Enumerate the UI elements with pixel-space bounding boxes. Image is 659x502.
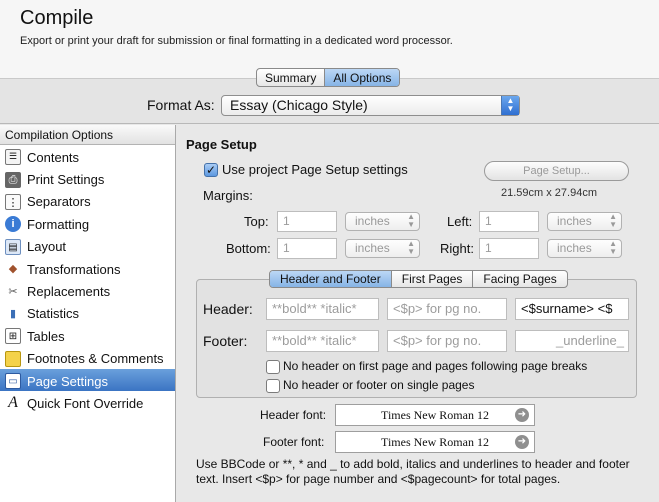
- stepper-icon: ▲ ▼: [609, 239, 617, 256]
- separators-icon: ⋮: [5, 193, 21, 210]
- sidebar-item-label: Layout: [27, 239, 67, 255]
- sidebar-header: Compilation Options: [0, 125, 175, 145]
- top-margin-input[interactable]: 1: [277, 211, 337, 232]
- sidebar-item-label: Print Settings: [27, 172, 105, 188]
- use-project-page-setup-label: Use project Page Setup settings: [222, 162, 408, 177]
- right-margin-unit-select[interactable]: inches ▲ ▼: [547, 239, 622, 258]
- sidebar-item-label: Contents: [27, 149, 80, 165]
- header-font-label: Header font:: [260, 408, 327, 422]
- page-settings-icon: ▭: [5, 373, 21, 390]
- format-select-value: Essay (Chicago Style): [230, 97, 368, 113]
- left-margin-input[interactable]: 1: [479, 211, 539, 232]
- bottom-margin-label: Bottom:: [226, 241, 271, 256]
- top-margin-label: Top:: [244, 214, 269, 229]
- footer-font-well[interactable]: Times New Roman 12 ➜: [335, 431, 535, 453]
- window-subtitle: Export or print your draft for submissio…: [20, 35, 453, 47]
- tab-facing-pages[interactable]: Facing Pages: [472, 271, 566, 287]
- stepper-icon: ▲ ▼: [407, 239, 415, 256]
- footer-center-field[interactable]: <$p> for pg no.: [387, 330, 507, 352]
- sidebar-item-label: Tables: [27, 328, 65, 344]
- bottom-margin-unit-select[interactable]: inches ▲ ▼: [345, 239, 420, 258]
- sidebar-item-label: Formatting: [27, 216, 90, 232]
- footer-font-label: Footer font:: [263, 435, 325, 449]
- no-header-first-page-label: No header on first page and pages follow…: [283, 359, 588, 373]
- sidebar-item-formatting[interactable]: i Formatting: [0, 212, 175, 234]
- no-header-first-page-checkbox[interactable]: [266, 360, 280, 374]
- bottom-margin-input[interactable]: 1: [277, 238, 337, 259]
- header-footer-tabs: Header and Footer First Pages Facing Pag…: [269, 270, 568, 288]
- no-header-single-pages-checkbox[interactable]: [266, 379, 280, 393]
- right-margin-input[interactable]: 1: [479, 238, 539, 259]
- margins-label: Margins:: [203, 188, 253, 203]
- formatting-icon: i: [5, 216, 21, 233]
- unit-value: inches: [557, 214, 592, 228]
- no-header-single-pages-label: No header or footer on single pages: [283, 378, 475, 392]
- sidebar-item-statistics[interactable]: ▮ Statistics: [0, 302, 175, 324]
- tab-first-pages[interactable]: First Pages: [390, 271, 473, 287]
- sidebar-item-separators[interactable]: ⋮ Separators: [0, 190, 175, 212]
- sidebar-item-tables[interactable]: ⊞ Tables: [0, 324, 175, 346]
- sidebar-item-label: Page Settings: [27, 373, 108, 389]
- sidebar-item-transformations[interactable]: ◆ Transformations: [0, 257, 175, 279]
- arrow-right-icon[interactable]: ➜: [515, 408, 529, 422]
- sidebar-item-label: Separators: [27, 194, 91, 210]
- help-text: Use BBCode or **, * and _ to add bold, i…: [196, 457, 630, 486]
- sidebar-item-footnotes[interactable]: Footnotes & Comments: [0, 347, 175, 369]
- top-margin-unit-select[interactable]: inches ▲ ▼: [345, 212, 420, 231]
- title-area: Compile Export or print your draft for s…: [0, 0, 659, 78]
- stepper-icon: ▲ ▼: [407, 212, 415, 229]
- header-font-value: Times New Roman 12: [381, 408, 489, 422]
- sidebar-item-label: Transformations: [27, 261, 121, 277]
- page-setup-button[interactable]: Page Setup...: [484, 161, 629, 181]
- use-project-page-setup-checkbox[interactable]: ✓: [204, 163, 218, 177]
- mode-segmented-control: Summary All Options: [256, 68, 401, 87]
- printer-icon: ⎙: [5, 171, 21, 188]
- contents-icon: ☰: [5, 149, 21, 166]
- replacements-icon: ✂: [8, 285, 18, 298]
- select-arrows-icon: ▲ ▼: [501, 96, 519, 115]
- footnotes-icon: [5, 350, 21, 367]
- left-margin-unit-select[interactable]: inches ▲ ▼: [547, 212, 622, 231]
- paper-size-text: 21.59cm x 27.94cm: [501, 187, 597, 199]
- footer-font-value: Times New Roman 12: [381, 435, 489, 449]
- statistics-icon: ▮: [9, 307, 17, 320]
- left-margin-label: Left:: [447, 214, 473, 229]
- tables-icon: ⊞: [5, 328, 21, 345]
- sidebar-item-layout[interactable]: ▤ Layout: [0, 235, 175, 257]
- sidebar-item-replacements[interactable]: ✂ Replacements: [0, 279, 175, 301]
- header-label: Header:: [203, 301, 253, 317]
- page-setup-heading: Page Setup: [186, 137, 257, 152]
- sidebar-item-contents[interactable]: ☰ Contents: [0, 145, 175, 167]
- compilation-options-sidebar: Compilation Options ☰ Contents ⎙ Print S…: [0, 125, 176, 502]
- sidebar-item-label: Replacements: [27, 284, 111, 300]
- footer-left-field[interactable]: **bold** *italic*: [266, 330, 379, 352]
- right-margin-label: Right:: [440, 241, 474, 256]
- header-font-well[interactable]: Times New Roman 12 ➜: [335, 404, 535, 426]
- unit-value: inches: [355, 214, 390, 228]
- header-right-field[interactable]: <$surname> <$: [515, 298, 629, 320]
- tab-header-and-footer[interactable]: Header and Footer: [270, 271, 391, 287]
- sidebar-item-quick-font-override[interactable]: A Quick Font Override: [0, 391, 175, 413]
- transformations-icon: ◆: [8, 263, 18, 276]
- header-left-field[interactable]: **bold** *italic*: [266, 298, 379, 320]
- footer-right-field[interactable]: _underline_: [515, 330, 629, 352]
- sidebar-item-label: Footnotes & Comments: [27, 351, 164, 367]
- tab-all-options[interactable]: All Options: [324, 69, 400, 86]
- format-select[interactable]: Essay (Chicago Style) ▲ ▼: [221, 95, 520, 116]
- sidebar-item-label: Statistics: [27, 306, 80, 322]
- sidebar-item-page-settings[interactable]: ▭ Page Settings: [0, 368, 175, 392]
- unit-value: inches: [355, 241, 390, 255]
- arrow-right-icon[interactable]: ➜: [515, 435, 529, 449]
- stepper-icon: ▲ ▼: [609, 212, 617, 229]
- sidebar-item-print-settings[interactable]: ⎙ Print Settings: [0, 167, 175, 189]
- unit-value: inches: [557, 241, 592, 255]
- sidebar-item-label: Quick Font Override: [27, 395, 144, 411]
- footer-label: Footer:: [203, 333, 248, 349]
- format-as-label: Format As:: [147, 97, 215, 113]
- font-override-icon: A: [8, 394, 18, 412]
- tab-summary[interactable]: Summary: [257, 69, 324, 86]
- header-center-field[interactable]: <$p> for pg no.: [387, 298, 507, 320]
- layout-icon: ▤: [5, 238, 21, 255]
- window-title: Compile: [20, 7, 94, 29]
